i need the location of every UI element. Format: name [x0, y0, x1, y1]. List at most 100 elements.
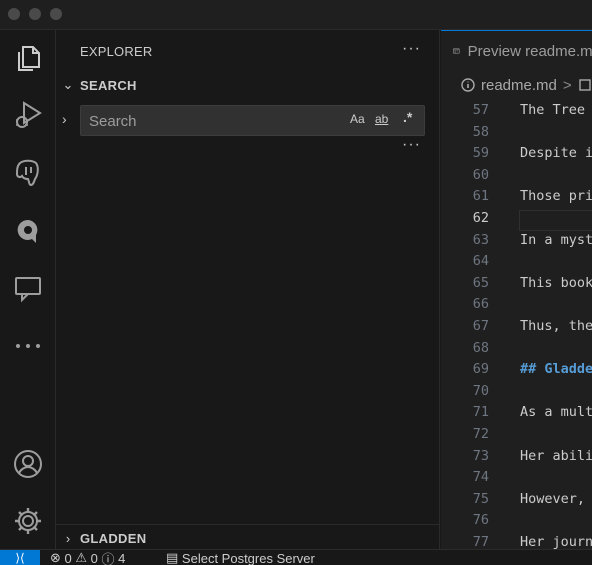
- code-line: 68: [441, 340, 592, 362]
- chevron-down-icon: ⌄: [62, 77, 74, 92]
- status-bar: ⟩⟨ ⊗ 0 ⚠ 0 ⓘ 4 ▤ Select Postgres Server: [0, 549, 592, 565]
- code-line: 63 In a myst: [441, 232, 592, 254]
- remote-icon: ⟩⟨: [15, 551, 25, 565]
- elephant-icon: [15, 159, 39, 187]
- use-regex-button[interactable]: .*: [403, 109, 412, 125]
- symbol-icon: [578, 79, 591, 91]
- gladden-section-header[interactable]: › GLADDEN: [56, 527, 440, 549]
- search-more-actions-button[interactable]: ···: [402, 136, 421, 154]
- chevron-right-icon: ›: [65, 530, 71, 546]
- code-line: 61 Those pri: [441, 188, 592, 210]
- breadcrumb-file[interactable]: readme.md: [481, 77, 557, 94]
- line-number: 64: [472, 253, 489, 270]
- postgres-server-button[interactable]: ▤ Select Postgres Server: [166, 550, 315, 565]
- breadcrumb: readme.md >: [441, 72, 592, 98]
- gladden-section-label: GLADDEN: [80, 530, 147, 546]
- preview-icon: [453, 48, 460, 54]
- code-view[interactable]: 57 The Tree 58 59 Despite i 60 61 Those pri 62 63…: [441, 102, 592, 549]
- line-number: 62: [472, 210, 489, 226]
- code-line: 58: [441, 124, 592, 146]
- code-line: 73 Her abili: [441, 448, 592, 470]
- line-number: 66: [472, 296, 489, 313]
- code-line: 70: [441, 383, 592, 405]
- tab-bar: Preview readme.md: [441, 30, 592, 71]
- line-number: 59: [472, 145, 489, 162]
- remote-indicator-button[interactable]: ⟩⟨: [0, 550, 40, 565]
- line-text: Those pri: [520, 188, 592, 205]
- info-status-icon: ⓘ: [101, 551, 115, 565]
- line-number: 68: [472, 339, 489, 356]
- warning-count: 0: [90, 550, 98, 565]
- line-number: 74: [472, 469, 489, 486]
- chat-activity-button[interactable]: [0, 264, 56, 312]
- line-number: 71: [472, 404, 489, 421]
- code-line: 71 As a mult: [441, 404, 592, 426]
- sidebar: EXPLORER ··· ⌄ SEARCH › Aa ab .* ··· › G…: [56, 30, 440, 549]
- code-line: 69 ## Gladde: [441, 361, 592, 383]
- line-text: In a myst: [520, 231, 592, 248]
- match-case-button[interactable]: Aa: [350, 112, 365, 126]
- code-line: 67 Thus, the: [441, 318, 592, 340]
- search-section-header[interactable]: ⌄ SEARCH: [56, 74, 440, 96]
- section-divider: [56, 524, 440, 525]
- run-debug-activity-button[interactable]: [0, 91, 56, 139]
- line-text: Her journ: [520, 534, 592, 549]
- search-box: Aa ab .*: [80, 105, 425, 136]
- problems-button[interactable]: ⊗ 0 ⚠ 0 ⓘ 4: [50, 550, 125, 565]
- accounts-button[interactable]: [0, 440, 56, 488]
- breadcrumb-separator: >: [562, 76, 572, 94]
- line-text: The Tree: [520, 102, 586, 118]
- gear-icon: [15, 508, 41, 534]
- line-text: Despite i: [520, 145, 592, 162]
- line-text: As a mult: [520, 404, 592, 421]
- extension-q-activity-button[interactable]: [0, 207, 56, 255]
- line-text: ## Gladde: [520, 361, 592, 378]
- chevron-right-icon[interactable]: ›: [62, 111, 67, 127]
- line-number: 63: [472, 231, 489, 248]
- code-line: 76: [441, 512, 592, 534]
- database-icon: ▤: [166, 550, 179, 565]
- zoom-window-button[interactable]: [50, 8, 62, 20]
- error-count: 0: [64, 550, 72, 565]
- account-icon: [14, 450, 42, 478]
- tab-preview-readme[interactable]: Preview readme.md: [441, 30, 592, 71]
- line-text: Her abili: [520, 447, 592, 464]
- editor-area: Preview readme.md readme.md > 57 The Tree…: [441, 30, 592, 549]
- explorer-title: EXPLORER: [80, 44, 153, 59]
- search-input[interactable]: [89, 111, 329, 131]
- line-number: 60: [472, 166, 489, 183]
- line-number: 65: [472, 274, 489, 291]
- chat-icon: [15, 277, 41, 303]
- error-icon: ⊗: [50, 550, 61, 565]
- files-icon: [18, 46, 40, 71]
- line-number: 70: [472, 382, 489, 399]
- code-line: 59 Despite i: [441, 145, 592, 167]
- run-debug-icon: [16, 101, 42, 128]
- line-number: 73: [472, 447, 489, 464]
- line-text: This book: [520, 274, 592, 291]
- code-line: 62: [441, 210, 592, 232]
- explorer-activity-button[interactable]: [0, 34, 56, 82]
- search-section-label: SEARCH: [80, 77, 137, 93]
- code-line: 72: [441, 426, 592, 448]
- info-count: 4: [118, 550, 126, 565]
- code-line: 77 Her journ: [441, 534, 592, 549]
- more-activity-button[interactable]: [0, 322, 56, 370]
- postgres-activity-button[interactable]: [0, 149, 56, 197]
- explorer-more-actions-button[interactable]: ···: [402, 40, 421, 58]
- activity-bar: [0, 30, 56, 549]
- line-text: However,: [520, 490, 586, 507]
- line-number: 69: [472, 361, 489, 378]
- line-text: Thus, the: [520, 318, 592, 334]
- line-number: 75: [472, 490, 489, 507]
- code-line: 64: [441, 253, 592, 275]
- warning-icon: ⚠: [75, 550, 88, 565]
- manage-button[interactable]: [0, 497, 56, 545]
- line-number: 57: [472, 102, 489, 118]
- line-number: 58: [472, 123, 489, 140]
- minimize-window-button[interactable]: [29, 8, 41, 20]
- match-whole-word-button[interactable]: ab: [375, 112, 388, 126]
- code-line: 66: [441, 296, 592, 318]
- close-window-button[interactable]: [8, 8, 20, 20]
- line-number: 77: [472, 534, 489, 549]
